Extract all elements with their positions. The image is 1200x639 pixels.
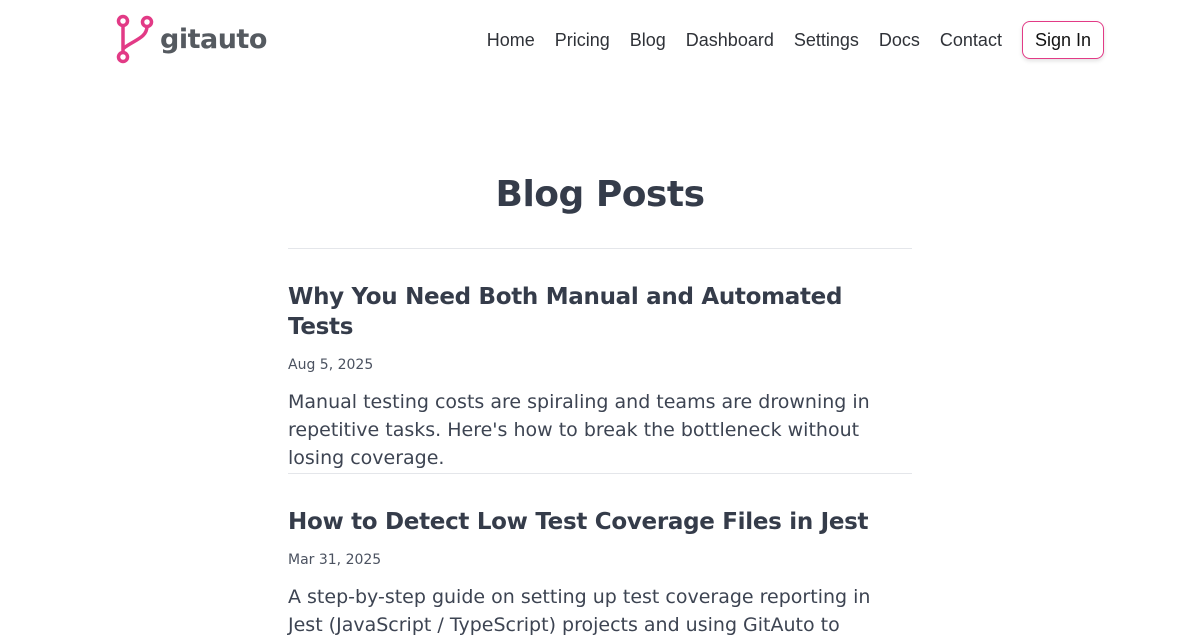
post-date: Aug 5, 2025 (288, 357, 374, 373)
nav-settings[interactable]: Settings (794, 30, 859, 51)
sign-in-button[interactable]: Sign In (1021, 21, 1104, 59)
nav-docs[interactable]: Docs (879, 30, 920, 51)
site-header: gitauto Home Pricing Blog Dashboard Sett… (0, 0, 1200, 80)
nav-home[interactable]: Home (487, 30, 535, 51)
main-nav: Home Pricing Blog Dashboard Settings Doc… (467, 21, 1104, 59)
blog-post-card[interactable]: Why You Need Both Manual and Automated T… (288, 282, 912, 472)
divider (288, 473, 912, 474)
logo-link[interactable]: gitauto (114, 14, 267, 64)
git-branch-icon (114, 14, 154, 64)
post-excerpt: Manual testing costs are spiraling and t… (288, 391, 870, 469)
divider (288, 248, 912, 249)
post-title[interactable]: Why You Need Both Manual and Automated T… (288, 282, 912, 342)
nav-blog[interactable]: Blog (630, 30, 666, 51)
blog-post-card[interactable]: How to Detect Low Test Coverage Files in… (288, 507, 912, 639)
nav-contact[interactable]: Contact (940, 30, 1002, 51)
page-title: Blog Posts (495, 174, 706, 215)
nav-dashboard[interactable]: Dashboard (686, 30, 774, 51)
nav-pricing[interactable]: Pricing (555, 30, 610, 51)
post-excerpt: A step-by-step guide on setting up test … (288, 586, 871, 636)
post-date: Mar 31, 2025 (288, 552, 382, 568)
post-title[interactable]: How to Detect Low Test Coverage Files in… (288, 507, 912, 537)
brand-name: gitauto (160, 23, 267, 55)
